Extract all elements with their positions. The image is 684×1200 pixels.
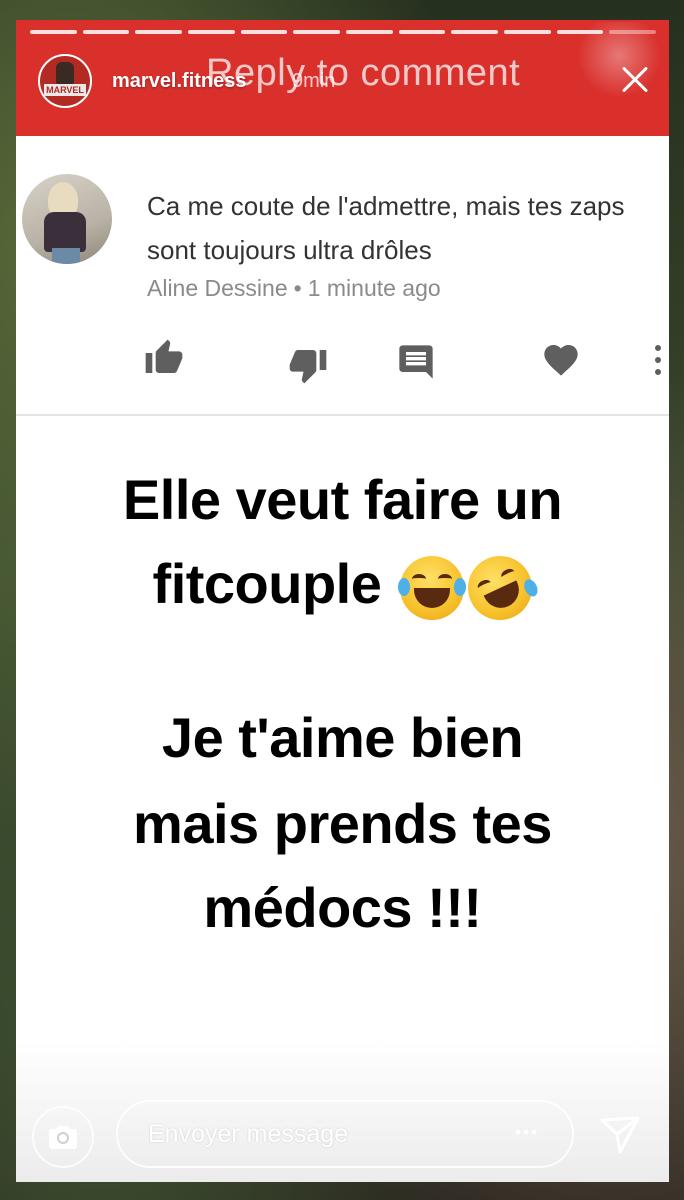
camera-button[interactable]: [32, 1106, 94, 1168]
progress-segment: [240, 30, 288, 34]
thumbs-down-icon: [289, 350, 327, 384]
progress-segment: [293, 30, 341, 34]
progress-segment: [82, 30, 130, 34]
send-icon[interactable]: [598, 1112, 642, 1156]
more-vertical-icon: [655, 345, 661, 375]
caption-line-1: Elle veut faire un: [122, 468, 563, 531]
avatar-logo-text: MARVEL: [44, 84, 86, 96]
caption-line-4: mais prends tes: [133, 792, 552, 855]
progress-segment: [504, 30, 551, 34]
more-horizontal-icon[interactable]: [512, 1122, 540, 1142]
reply-comment-icon: [399, 345, 433, 379]
reply-title: Reply to comment: [206, 52, 521, 94]
card-divider: [16, 414, 669, 416]
thumbs-up-icon: [145, 339, 183, 373]
comment-author: Aline Dessine: [147, 275, 288, 301]
caption-line-5: médocs !!!: [203, 876, 482, 939]
comment-meta: Aline Dessine • 1 minute ago: [147, 275, 441, 302]
caption-line-3: Je t'aime bien: [161, 706, 524, 769]
tears-of-joy-emoji-icon: [398, 556, 467, 621]
story-progress: [30, 30, 657, 34]
heart-icon: [544, 345, 578, 376]
rolling-laughing-emoji-icon: [457, 545, 543, 631]
story-username[interactable]: marvel.fitness: [112, 70, 247, 93]
progress-segment: [346, 30, 393, 34]
commenter-avatar: [22, 174, 112, 264]
progress-segment: [556, 30, 604, 34]
meta-separator: •: [293, 275, 302, 301]
close-button[interactable]: [606, 56, 662, 104]
comment-text: Ca me coute de l'admettre, mais tes zaps…: [147, 191, 625, 265]
progress-segment: [135, 30, 183, 34]
progress-segment: [451, 30, 499, 34]
caption-line-2: fitcouple: [16, 545, 669, 631]
caption-line-2-text: fitcouple: [152, 552, 382, 615]
story-avatar[interactable]: MARVEL: [38, 54, 92, 108]
comment-time: 1 minute ago: [307, 275, 441, 301]
camera-icon: [49, 1126, 77, 1149]
avatar-figure: [56, 62, 74, 84]
progress-segment: [30, 30, 77, 34]
progress-segment: [188, 30, 235, 34]
message-placeholder: Envoyer message: [148, 1120, 349, 1148]
story-time: 9min: [292, 70, 336, 92]
progress-segment: [398, 30, 446, 34]
progress-segment: [609, 30, 657, 34]
